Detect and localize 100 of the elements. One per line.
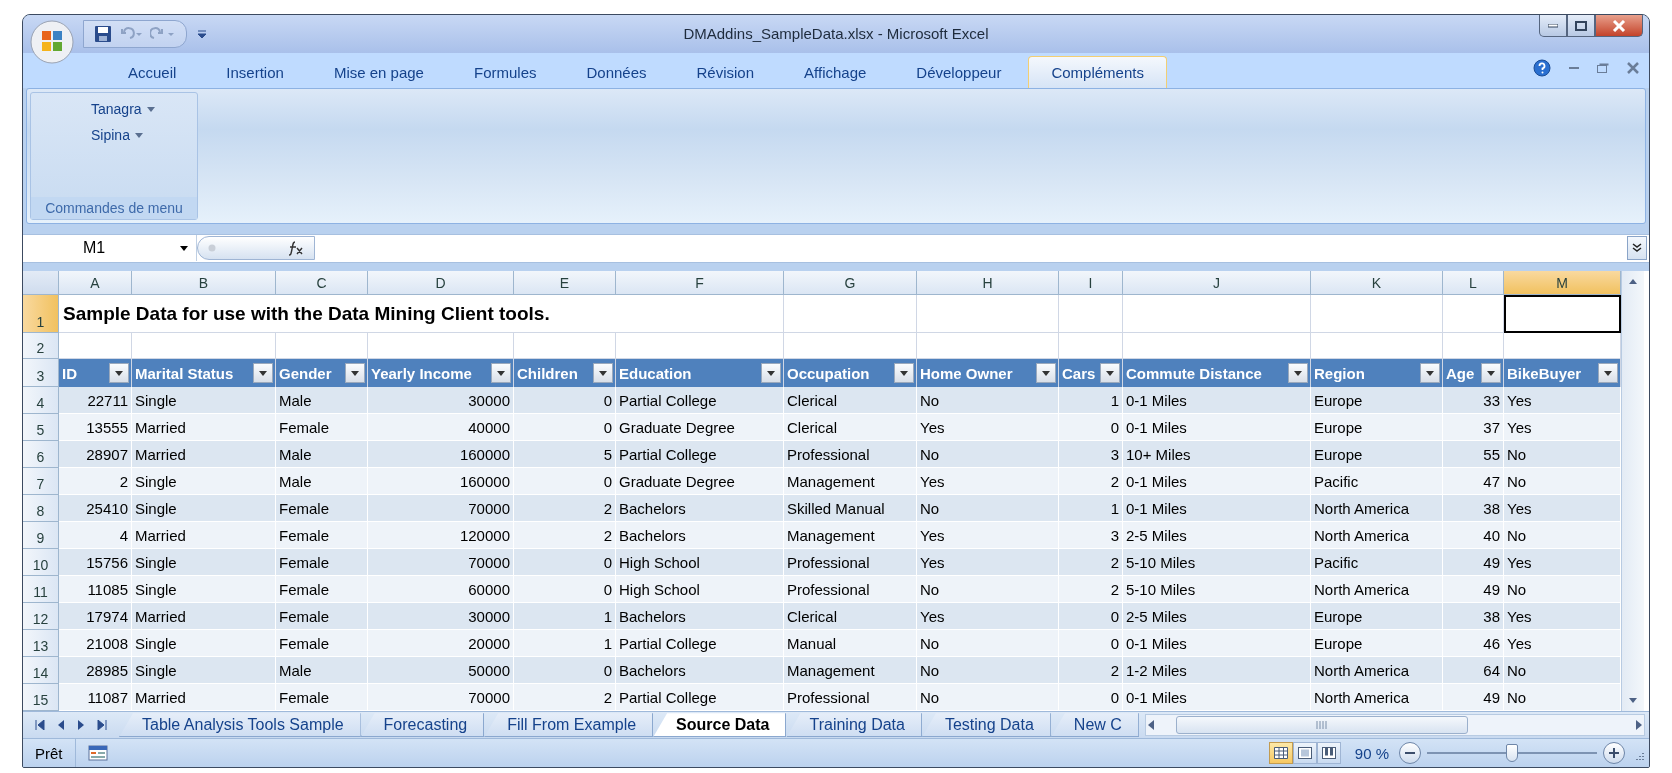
previous-sheet-icon[interactable]: [57, 720, 65, 731]
view-button[interactable]: [1268, 742, 1293, 765]
sheet-tab[interactable]: New C: [1050, 713, 1139, 738]
menu-button[interactable]: Tanagra: [87, 99, 159, 120]
table-cell: Married: [132, 414, 276, 442]
row-header[interactable]: 15: [23, 684, 59, 712]
table-cell: No: [917, 576, 1059, 604]
column-header[interactable]: H: [917, 271, 1059, 296]
ribbon-tab[interactable]: Affichage: [781, 56, 890, 89]
table-cell: Clerical: [784, 387, 917, 415]
header-cell: Commute Distance: [1123, 359, 1311, 388]
sheet-tab[interactable]: Testing Data: [921, 713, 1051, 738]
view-button[interactable]: [1316, 742, 1341, 765]
ribbon-tab[interactable]: Mise en page: [310, 56, 447, 89]
table-cell: Europe: [1311, 630, 1443, 658]
horizontal-scrollbar[interactable]: [1144, 714, 1645, 737]
row-header[interactable]: 13: [23, 630, 59, 658]
first-sheet-icon[interactable]: [35, 720, 45, 731]
table-cell: 4: [59, 522, 132, 550]
row-header[interactable]: 8: [23, 495, 59, 523]
column-header[interactable]: L: [1443, 271, 1504, 296]
sheet-tab[interactable]: Forecasting: [360, 713, 485, 738]
row-header[interactable]: 14: [23, 657, 59, 685]
column-header[interactable]: F: [616, 271, 784, 296]
filter-button[interactable]: [109, 363, 129, 384]
filter-button[interactable]: [1481, 363, 1501, 384]
caret-icon: [599, 370, 607, 376]
table-cell: Male: [276, 657, 368, 685]
ribbon-tab[interactable]: Accueil: [105, 56, 200, 89]
zoom-level[interactable]: 90 %: [1354, 744, 1389, 762]
column-header[interactable]: C: [276, 271, 368, 296]
row-header[interactable]: 12: [23, 603, 59, 631]
ribbon-tab[interactable]: Développeur: [893, 56, 1025, 89]
filter-button[interactable]: [1100, 363, 1120, 384]
ribbon-tab[interactable]: Données: [563, 56, 670, 89]
column-header[interactable]: E: [514, 271, 616, 296]
sheet-tab[interactable]: Table Analysis Tools Sample: [119, 713, 361, 738]
column-header[interactable]: A: [59, 271, 132, 296]
ribbon-tab[interactable]: Insertion: [203, 56, 307, 89]
filter-button[interactable]: [491, 363, 511, 384]
zoom-in-button[interactable]: [1603, 742, 1625, 765]
scroll-thumb[interactable]: [1175, 716, 1468, 735]
row-header[interactable]: 7: [23, 468, 59, 496]
customize-toolbar-icon[interactable]: [197, 28, 207, 39]
sheet-tab[interactable]: Source Data: [653, 713, 787, 738]
filter-button[interactable]: [593, 363, 613, 384]
minimize-button[interactable]: [1539, 15, 1567, 37]
row-header[interactable]: 4: [23, 387, 59, 415]
table-cell: 10+ Miles: [1123, 441, 1311, 469]
close-icon[interactable]: [1627, 61, 1639, 74]
filter-button[interactable]: [1288, 363, 1308, 384]
table-cell: North America: [1311, 495, 1443, 523]
ribbon-tab[interactable]: Révision: [673, 56, 778, 89]
column-header[interactable]: B: [132, 271, 276, 296]
filter-button[interactable]: [1598, 363, 1618, 384]
zoom-out-button[interactable]: [1399, 742, 1421, 765]
column-header[interactable]: I: [1059, 271, 1123, 296]
ribbon-tab[interactable]: Formules: [450, 56, 560, 89]
row-header[interactable]: 11: [23, 576, 59, 604]
filter-button[interactable]: [345, 363, 365, 384]
name-box[interactable]: M1: [23, 235, 197, 262]
caret-icon: [115, 370, 123, 376]
ribbon-tab[interactable]: Compléments: [1028, 56, 1167, 89]
expand-formula-button[interactable]: [1627, 236, 1647, 261]
slider-thumb[interactable]: [1506, 744, 1518, 763]
help-icon[interactable]: [1533, 58, 1551, 77]
vertical-scrollbar[interactable]: [1621, 271, 1644, 712]
column-header[interactable]: J: [1123, 271, 1311, 296]
row-header[interactable]: 5: [23, 414, 59, 442]
row-header[interactable]: 6: [23, 441, 59, 469]
row-header[interactable]: 9: [23, 522, 59, 550]
filter-button[interactable]: [894, 363, 914, 384]
restore-icon[interactable]: [1597, 62, 1609, 73]
next-sheet-icon[interactable]: [77, 720, 85, 731]
last-sheet-icon[interactable]: [97, 720, 107, 731]
table-cell: 30000: [368, 387, 514, 415]
row-header[interactable]: 3: [23, 359, 59, 388]
macro-record-icon[interactable]: [87, 744, 108, 763]
table-cell: Yes: [1504, 549, 1621, 577]
column-header[interactable]: M: [1504, 271, 1621, 296]
maximize-button[interactable]: [1567, 15, 1595, 37]
close-button[interactable]: [1595, 15, 1643, 37]
column-header[interactable]: G: [784, 271, 917, 296]
filter-button[interactable]: [1420, 363, 1440, 384]
active-cell[interactable]: [1504, 295, 1621, 334]
save-icon[interactable]: [94, 24, 112, 43]
sheet-tab[interactable]: Training Data: [786, 713, 922, 738]
sheet-tab[interactable]: Fill From Example: [484, 713, 654, 738]
table-cell: Female: [276, 684, 368, 712]
view-button[interactable]: [1292, 742, 1317, 765]
row-header[interactable]: 1: [23, 295, 59, 334]
column-header[interactable]: D: [368, 271, 514, 296]
column-header[interactable]: K: [1311, 271, 1443, 296]
filter-button[interactable]: [761, 363, 781, 384]
filter-button[interactable]: [253, 363, 273, 384]
filter-button[interactable]: [1036, 363, 1056, 384]
row-header[interactable]: 10: [23, 549, 59, 577]
table-cell: 15756: [59, 549, 132, 577]
menu-button[interactable]: Sipina: [87, 125, 147, 146]
row-header[interactable]: 2: [23, 333, 59, 360]
